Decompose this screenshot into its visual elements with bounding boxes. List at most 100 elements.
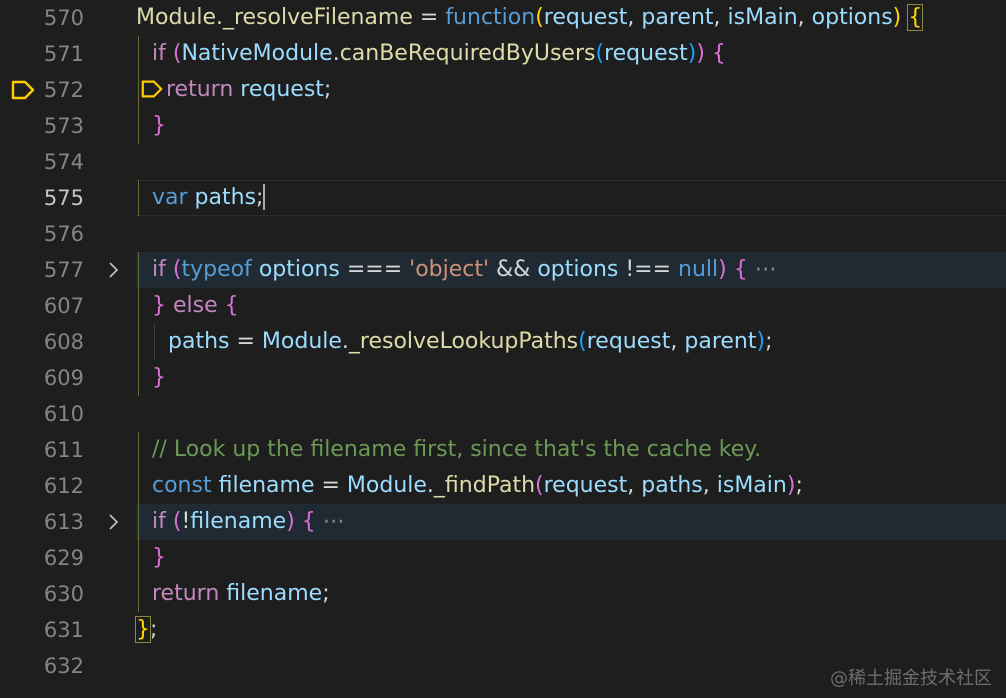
code-token: options xyxy=(258,257,340,282)
code-token: ⋯ xyxy=(747,257,777,282)
indent-guide xyxy=(138,468,139,504)
code-line[interactable]: 574 xyxy=(0,144,1006,180)
code-text[interactable]: if (!filename) { ⋯ xyxy=(152,504,345,540)
code-token: } xyxy=(152,545,166,570)
code-token: ; xyxy=(795,473,803,498)
indent-guide xyxy=(138,324,139,360)
code-token: ; xyxy=(322,581,330,606)
code-token: ( xyxy=(535,5,544,30)
code-token: ; xyxy=(765,329,773,354)
code-text[interactable]: if (NativeModule.canBeRequiredByUsers(re… xyxy=(152,36,726,72)
code-line[interactable]: 610 xyxy=(0,396,1006,432)
code-token: ! xyxy=(181,509,191,534)
line-number: 610 xyxy=(43,402,84,426)
fold-chevron-icon[interactable] xyxy=(106,261,120,279)
fold-chevron-icon[interactable] xyxy=(106,513,120,531)
line-number: 611 xyxy=(43,438,84,462)
code-token: filename xyxy=(218,473,315,498)
code-token: ( xyxy=(535,473,544,498)
line-number: 631 xyxy=(43,618,84,642)
code-line[interactable]: 611 // Look up the filename first, since … xyxy=(0,432,1006,468)
code-line[interactable]: 575 var paths; xyxy=(0,180,1006,216)
indent-guide xyxy=(138,360,139,396)
code-text[interactable]: return request; xyxy=(140,72,331,108)
code-token: , xyxy=(627,473,642,498)
code-token: function xyxy=(445,5,536,30)
code-token: if xyxy=(152,509,166,534)
code-token: var xyxy=(152,185,188,210)
code-token: ; xyxy=(323,77,332,102)
code-line[interactable]: 570 Module._resolveFilename = function(re… xyxy=(0,0,1006,36)
code-token: , xyxy=(670,329,685,354)
code-token: ) xyxy=(892,5,902,30)
indent-guide xyxy=(138,180,139,216)
code-line[interactable]: 629} xyxy=(0,540,1006,576)
code-line[interactable]: 608 paths = Module._resolveLookupPaths(re… xyxy=(0,324,1006,360)
code-token: isMain xyxy=(716,473,787,498)
text-cursor xyxy=(263,184,266,210)
code-token: === xyxy=(339,257,410,282)
code-token: NativeModule xyxy=(181,41,333,66)
code-line[interactable]: 613 if (!filename) { ⋯ xyxy=(0,504,1006,540)
code-line[interactable]: 609} xyxy=(0,360,1006,396)
code-line[interactable]: 573} xyxy=(0,108,1006,144)
code-text[interactable]: const filename = Module._findPath(reques… xyxy=(152,468,803,504)
code-line[interactable]: 572 return request; xyxy=(0,72,1006,108)
line-number: 573 xyxy=(43,114,84,138)
code-token: parent xyxy=(684,329,757,354)
code-token: = xyxy=(412,5,446,30)
code-token: Module._resolveFilename xyxy=(136,5,413,30)
code-token: ) xyxy=(718,257,727,282)
indent-guide xyxy=(138,108,139,144)
code-text[interactable]: }; xyxy=(135,612,157,648)
code-line[interactable]: 577 if (typeof options === 'object' && op… xyxy=(0,252,1006,288)
code-line[interactable]: 576 xyxy=(0,216,1006,252)
code-token: canBeRequiredByUsers xyxy=(339,41,596,66)
code-text[interactable]: Module._resolveFilename = function(reque… xyxy=(136,0,924,36)
indent-guide xyxy=(138,252,139,288)
code-token: ) xyxy=(756,329,766,354)
line-number: 571 xyxy=(43,42,84,66)
code-token: { xyxy=(224,293,239,318)
code-text[interactable]: var paths; xyxy=(152,180,266,216)
code-text[interactable]: } xyxy=(152,540,166,576)
code-text[interactable]: return filename; xyxy=(152,576,330,612)
code-token: options xyxy=(537,257,619,282)
indent-guide xyxy=(138,288,139,324)
code-token: ) xyxy=(696,41,705,66)
code-line[interactable]: 631}; xyxy=(0,612,1006,648)
code-token: isMain xyxy=(727,5,798,30)
code-text[interactable]: paths = Module._resolveLookupPaths(reque… xyxy=(168,324,773,360)
code-token: else xyxy=(173,293,218,318)
code-token: ) xyxy=(286,509,295,534)
code-line[interactable]: 607} else { xyxy=(0,288,1006,324)
inline-breakpoint-icon[interactable] xyxy=(140,79,164,99)
indent-guide xyxy=(138,540,139,576)
code-token: . xyxy=(341,329,349,354)
indent-guide xyxy=(138,432,139,468)
code-line[interactable]: 630 return filename; xyxy=(0,576,1006,612)
code-text[interactable]: // Look up the filename first, since tha… xyxy=(152,432,761,468)
code-token: request xyxy=(240,77,324,102)
code-token: ⋯ xyxy=(315,509,345,534)
line-number: 575 xyxy=(43,186,84,210)
code-text[interactable]: } else { xyxy=(152,288,239,324)
code-token: { xyxy=(301,509,316,534)
code-token: } xyxy=(135,616,151,643)
code-editor[interactable]: 570 Module._resolveFilename = function(re… xyxy=(0,0,1006,698)
indent-guide xyxy=(138,576,139,612)
code-token: parent xyxy=(641,5,714,30)
code-text[interactable]: if (typeof options === 'object' && optio… xyxy=(152,252,777,288)
code-token: filename xyxy=(226,581,323,606)
line-number: 629 xyxy=(43,546,84,570)
code-line[interactable]: 571 if (NativeModule.canBeRequiredByUsers… xyxy=(0,36,1006,72)
code-text[interactable]: } xyxy=(152,360,166,396)
code-token: typeof xyxy=(181,257,252,282)
code-line[interactable]: 612 const filename = Module._findPath(req… xyxy=(0,468,1006,504)
code-token: = xyxy=(229,329,262,354)
code-text[interactable]: } xyxy=(152,108,166,144)
